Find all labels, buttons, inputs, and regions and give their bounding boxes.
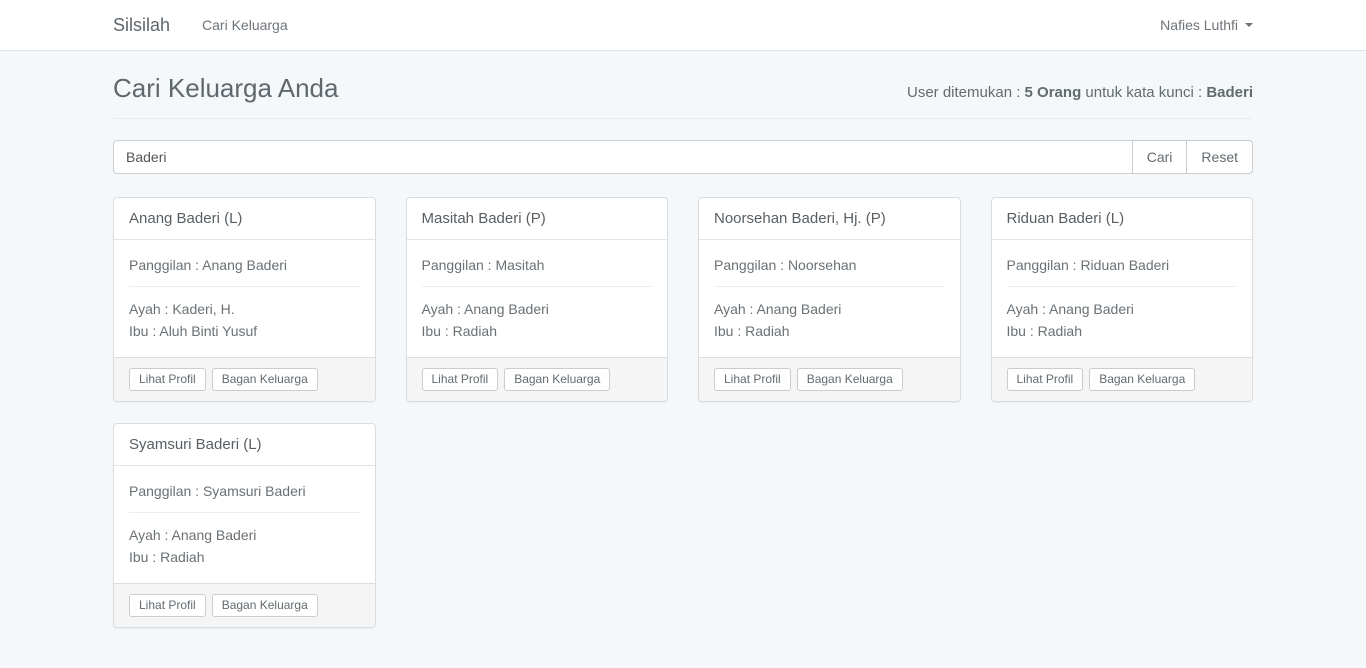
result-count: 5 Orang bbox=[1025, 84, 1082, 101]
person-nickname: Panggilan : Noorsehan bbox=[714, 255, 945, 275]
view-profile-button[interactable]: Lihat Profil bbox=[129, 594, 206, 617]
family-chart-button[interactable]: Bagan Keluarga bbox=[504, 368, 610, 391]
person-mother: Ibu : Radiah bbox=[714, 320, 945, 342]
navbar-inner: Silsilah Cari Keluarga Nafies Luthfi bbox=[113, 0, 1253, 50]
divider bbox=[422, 286, 653, 287]
person-card-title: Anang Baderi (L) bbox=[114, 198, 375, 240]
person-card-footer: Lihat Profil Bagan Keluarga bbox=[699, 357, 960, 401]
person-card-footer: Lihat Profil Bagan Keluarga bbox=[992, 357, 1253, 401]
user-menu-dropdown[interactable]: Nafies Luthfi bbox=[1160, 17, 1253, 33]
person-card: Masitah Baderi (P) Panggilan : Masitah A… bbox=[406, 197, 669, 402]
person-nickname: Panggilan : Anang Baderi bbox=[129, 255, 360, 275]
person-father: Ayah : Anang Baderi bbox=[1007, 298, 1238, 320]
search-form: Cari Reset bbox=[113, 140, 1253, 174]
person-mother: Ibu : Aluh Binti Yusuf bbox=[129, 320, 360, 342]
family-chart-button[interactable]: Bagan Keluarga bbox=[212, 368, 318, 391]
divider bbox=[129, 512, 360, 513]
person-card-body: Panggilan : Masitah Ayah : Anang Baderi … bbox=[407, 240, 668, 357]
view-profile-button[interactable]: Lihat Profil bbox=[422, 368, 499, 391]
result-middle: untuk kata kunci : bbox=[1081, 84, 1206, 101]
divider bbox=[714, 286, 945, 287]
person-card: Riduan Baderi (L) Panggilan : Riduan Bad… bbox=[991, 197, 1254, 402]
brand-link[interactable]: Silsilah bbox=[113, 15, 170, 36]
person-father: Ayah : Anang Baderi bbox=[129, 524, 360, 546]
person-card-title: Noorsehan Baderi, Hj. (P) bbox=[699, 198, 960, 240]
view-profile-button[interactable]: Lihat Profil bbox=[129, 368, 206, 391]
person-mother: Ibu : Radiah bbox=[1007, 320, 1238, 342]
person-card-footer: Lihat Profil Bagan Keluarga bbox=[114, 583, 375, 627]
person-father: Ayah : Anang Baderi bbox=[422, 298, 653, 320]
person-mother: Ibu : Radiah bbox=[422, 320, 653, 342]
search-reset-button[interactable]: Reset bbox=[1186, 140, 1253, 174]
main-content: Cari Keluarga Anda User ditemukan : 5 Or… bbox=[113, 73, 1253, 668]
divider bbox=[129, 286, 360, 287]
search-input[interactable] bbox=[113, 140, 1132, 174]
person-card-title: Syamsuri Baderi (L) bbox=[114, 424, 375, 466]
person-card: Syamsuri Baderi (L) Panggilan : Syamsuri… bbox=[113, 423, 376, 628]
navbar: Silsilah Cari Keluarga Nafies Luthfi bbox=[0, 0, 1366, 51]
person-card-body: Panggilan : Anang Baderi Ayah : Kaderi, … bbox=[114, 240, 375, 357]
family-chart-button[interactable]: Bagan Keluarga bbox=[797, 368, 903, 391]
nav-item-cari-keluarga[interactable]: Cari Keluarga bbox=[202, 17, 288, 33]
person-father: Ayah : Anang Baderi bbox=[714, 298, 945, 320]
page-header: Cari Keluarga Anda User ditemukan : 5 Or… bbox=[113, 73, 1253, 119]
person-nickname: Panggilan : Masitah bbox=[422, 255, 653, 275]
person-nickname: Panggilan : Riduan Baderi bbox=[1007, 255, 1238, 275]
result-keyword: Baderi bbox=[1206, 84, 1253, 101]
view-profile-button[interactable]: Lihat Profil bbox=[714, 368, 791, 391]
person-cards-grid: Anang Baderi (L) Panggilan : Anang Bader… bbox=[113, 197, 1253, 668]
family-chart-button[interactable]: Bagan Keluarga bbox=[1089, 368, 1195, 391]
search-result-summary: User ditemukan : 5 Orang untuk kata kunc… bbox=[907, 84, 1253, 101]
person-nickname: Panggilan : Syamsuri Baderi bbox=[129, 481, 360, 501]
person-card: Anang Baderi (L) Panggilan : Anang Bader… bbox=[113, 197, 376, 402]
person-card-body: Panggilan : Syamsuri Baderi Ayah : Anang… bbox=[114, 466, 375, 583]
person-mother: Ibu : Radiah bbox=[129, 546, 360, 568]
page-title: Cari Keluarga Anda bbox=[113, 73, 338, 104]
result-prefix: User ditemukan : bbox=[907, 84, 1025, 101]
person-card-body: Panggilan : Noorsehan Ayah : Anang Bader… bbox=[699, 240, 960, 357]
person-card-title: Masitah Baderi (P) bbox=[407, 198, 668, 240]
caret-down-icon bbox=[1245, 23, 1253, 27]
person-card-footer: Lihat Profil Bagan Keluarga bbox=[407, 357, 668, 401]
person-father: Ayah : Kaderi, H. bbox=[129, 298, 360, 320]
person-card: Noorsehan Baderi, Hj. (P) Panggilan : No… bbox=[698, 197, 961, 402]
search-submit-button[interactable]: Cari bbox=[1132, 140, 1188, 174]
view-profile-button[interactable]: Lihat Profil bbox=[1007, 368, 1084, 391]
person-card-title: Riduan Baderi (L) bbox=[992, 198, 1253, 240]
user-name: Nafies Luthfi bbox=[1160, 17, 1238, 33]
person-card-body: Panggilan : Riduan Baderi Ayah : Anang B… bbox=[992, 240, 1253, 357]
family-chart-button[interactable]: Bagan Keluarga bbox=[212, 594, 318, 617]
person-card-footer: Lihat Profil Bagan Keluarga bbox=[114, 357, 375, 401]
divider bbox=[1007, 286, 1238, 287]
